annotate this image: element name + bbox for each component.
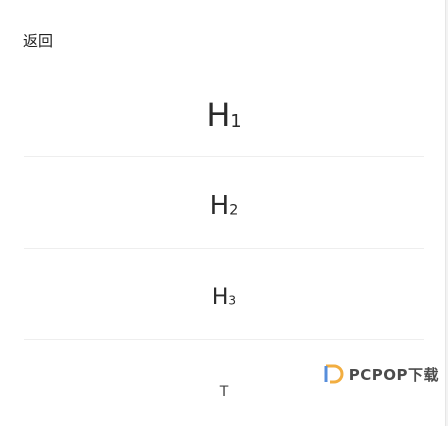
back-button[interactable]: 返回 bbox=[23, 30, 53, 51]
heading-2-option[interactable]: H2 bbox=[24, 185, 424, 227]
heading-1-option[interactable]: H1 bbox=[24, 90, 424, 140]
heading-1-label: H1 bbox=[206, 96, 242, 134]
heading-3-option[interactable]: H3 bbox=[24, 278, 424, 316]
watermark: PCPOP下载 bbox=[323, 363, 439, 385]
text-option-label: T bbox=[219, 384, 229, 400]
divider bbox=[24, 248, 424, 249]
watermark-text: PCPOP下载 bbox=[348, 365, 439, 384]
pcpop-logo-icon bbox=[324, 364, 344, 384]
heading-3-label: H3 bbox=[211, 284, 237, 310]
divider bbox=[24, 339, 424, 340]
heading-2-label: H2 bbox=[209, 191, 239, 221]
heading-menu-card: 返回 H1 H2 H3 T PCPOP下载 bbox=[0, 0, 446, 426]
divider bbox=[24, 156, 424, 157]
